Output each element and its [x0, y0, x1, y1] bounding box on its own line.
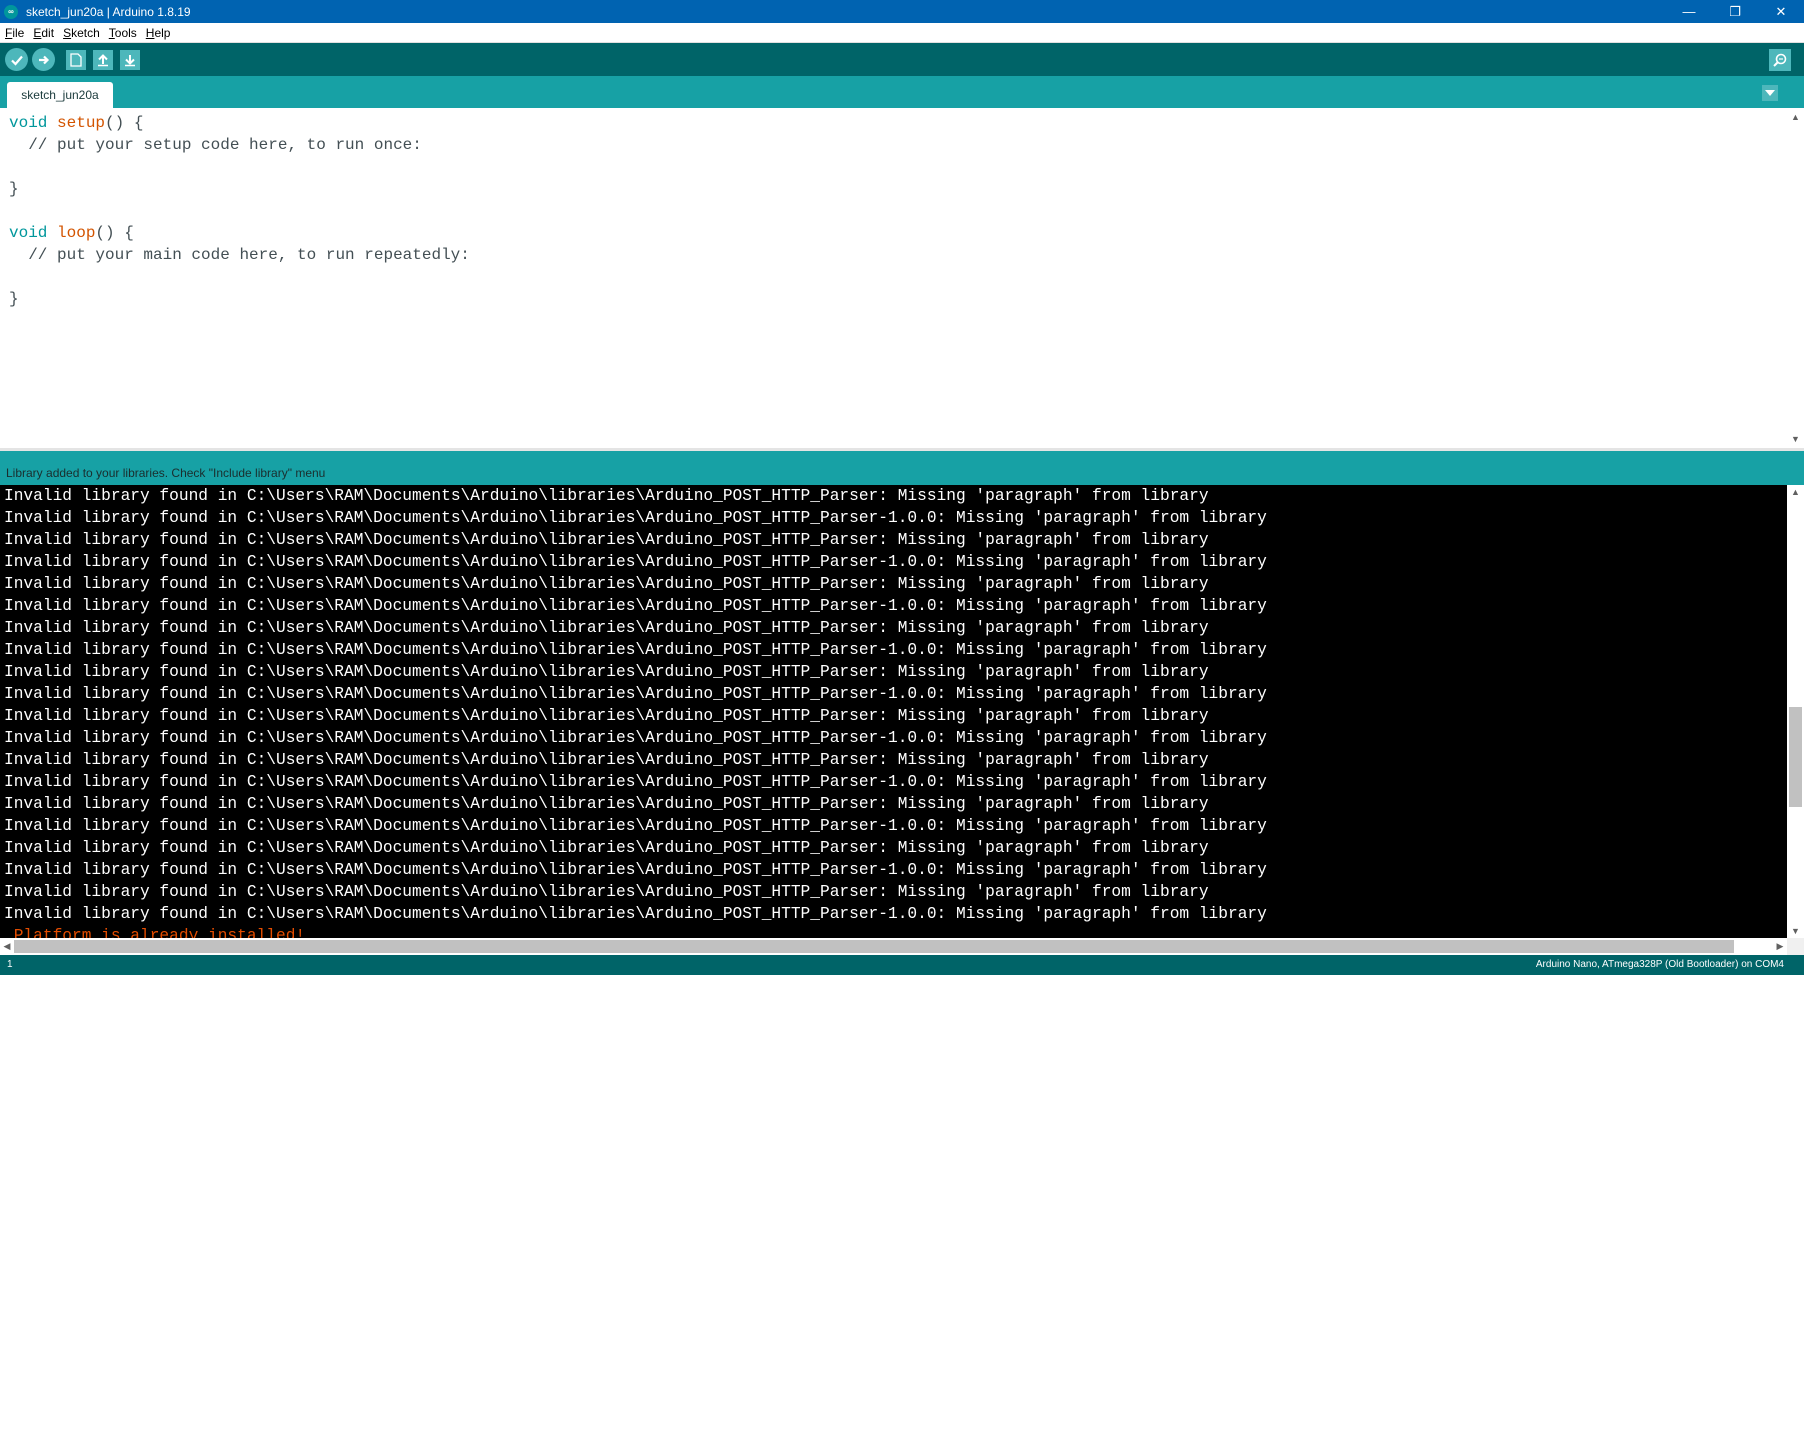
code-line: ​ — [9, 156, 470, 178]
console-error-line: Platform is already installed! — [4, 927, 306, 938]
console-line: Invalid library found in C:\Users\RAM\Do… — [4, 531, 1209, 549]
console-line: Invalid library found in C:\Users\RAM\Do… — [4, 795, 1209, 813]
minimize-button[interactable]: — — [1666, 0, 1712, 23]
open-button[interactable] — [93, 49, 113, 70]
open-icon — [98, 53, 108, 66]
console-line: Invalid library found in C:\Users\RAM\Do… — [4, 839, 1209, 857]
scroll-up-icon[interactable]: ▲ — [1787, 485, 1804, 499]
console-line: Invalid library found in C:\Users\RAM\Do… — [4, 751, 1209, 769]
menu-bar: File Edit Sketch Tools Help — [0, 23, 1804, 43]
console-line: Invalid library found in C:\Users\RAM\Do… — [4, 685, 1267, 703]
menu-edit[interactable]: Edit — [28, 26, 58, 40]
console-line: Invalid library found in C:\Users\RAM\Do… — [4, 861, 1267, 879]
upload-icon — [38, 55, 49, 64]
console-line: Invalid library found in C:\Users\RAM\Do… — [4, 883, 1209, 901]
scroll-down-icon[interactable]: ▼ — [1787, 924, 1804, 938]
scroll-thumb[interactable] — [1789, 707, 1802, 807]
window-controls: — ❐ ✕ — [1666, 0, 1804, 23]
menu-file[interactable]: File — [0, 26, 28, 40]
window-title: sketch_jun20a | Arduino 1.8.19 — [26, 4, 191, 19]
arduino-logo-icon: ∞ — [4, 4, 18, 19]
tab-bar: sketch_jun20a — [0, 76, 1804, 108]
code-line: // put your setup code here, to run once… — [9, 136, 422, 154]
status-message: Library added to your libraries. Check "… — [6, 466, 326, 480]
code-line: } — [9, 290, 19, 308]
restore-button[interactable]: ❐ — [1712, 0, 1758, 23]
console-line: Invalid library found in C:\Users\RAM\Do… — [4, 905, 1267, 923]
code-line: void loop() { — [9, 224, 134, 242]
bottom-status-bar: 1 Arduino Nano, ATmega328P (Old Bootload… — [0, 955, 1804, 975]
line-number: 1 — [7, 959, 13, 970]
serial-monitor-icon — [1773, 53, 1787, 67]
console-line: Invalid library found in C:\Users\RAM\Do… — [4, 817, 1267, 835]
title-bar: ∞ sketch_jun20a | Arduino 1.8.19 — ❐ ✕ — [0, 0, 1804, 23]
code-line: ​ — [9, 200, 470, 222]
menu-tools[interactable]: Tools — [104, 26, 141, 40]
menu-help[interactable]: Help — [141, 26, 175, 40]
scroll-corner — [1787, 938, 1804, 955]
console-line: Invalid library found in C:\Users\RAM\Do… — [4, 729, 1267, 747]
scroll-right-icon[interactable]: ▶ — [1773, 938, 1787, 955]
status-bar: Library added to your libraries. Check "… — [0, 448, 1804, 485]
verify-button[interactable] — [5, 48, 28, 71]
code-line: void setup() { — [9, 114, 144, 132]
save-button[interactable] — [120, 49, 140, 70]
serial-monitor-button[interactable] — [1769, 49, 1791, 71]
scroll-down-icon[interactable]: ▼ — [1787, 432, 1804, 446]
console-line: Invalid library found in C:\Users\RAM\Do… — [4, 575, 1209, 593]
code-line: // put your main code here, to run repea… — [9, 246, 470, 264]
console-line: Invalid library found in C:\Users\RAM\Do… — [4, 663, 1209, 681]
close-button[interactable]: ✕ — [1758, 0, 1804, 23]
save-icon — [125, 54, 135, 66]
new-icon — [70, 52, 82, 67]
new-button[interactable] — [66, 49, 86, 70]
console-line: Invalid library found in C:\Users\RAM\Do… — [4, 619, 1209, 637]
console-lines: Invalid library found in C:\Users\RAM\Do… — [4, 485, 1267, 938]
scroll-thumb[interactable] — [14, 940, 1734, 953]
tab-sketch[interactable]: sketch_jun20a — [7, 82, 113, 108]
console-line: Invalid library found in C:\Users\RAM\Do… — [4, 641, 1267, 659]
verify-icon — [10, 55, 23, 66]
code-line: ​ — [9, 266, 470, 288]
editor-scrollbar[interactable]: ▲ ▼ — [1787, 108, 1804, 448]
code-line: } — [9, 180, 19, 198]
console-line: Invalid library found in C:\Users\RAM\Do… — [4, 487, 1209, 505]
menu-sketch[interactable]: Sketch — [58, 26, 104, 40]
tab-menu-button[interactable] — [1762, 85, 1778, 101]
toolbar — [0, 43, 1804, 76]
console-output[interactable]: Invalid library found in C:\Users\RAM\Do… — [0, 485, 1804, 938]
console-line: Invalid library found in C:\Users\RAM\Do… — [4, 553, 1267, 571]
code-area[interactable]: void setup() { // put your setup code he… — [9, 112, 470, 310]
console-line: Invalid library found in C:\Users\RAM\Do… — [4, 773, 1267, 791]
code-editor[interactable]: void setup() { // put your setup code he… — [0, 108, 1804, 448]
board-info: Arduino Nano, ATmega328P (Old Bootloader… — [1535, 959, 1784, 970]
scroll-up-icon[interactable]: ▲ — [1787, 110, 1804, 124]
scroll-left-icon[interactable]: ◀ — [0, 938, 14, 955]
console-line: Invalid library found in C:\Users\RAM\Do… — [4, 509, 1267, 527]
upload-button[interactable] — [32, 48, 55, 71]
console-line: Invalid library found in C:\Users\RAM\Do… — [4, 707, 1209, 725]
console-scrollbar[interactable]: ▲ ▼ — [1787, 485, 1804, 938]
console-line: Invalid library found in C:\Users\RAM\Do… — [4, 597, 1267, 615]
chevron-down-icon — [1765, 90, 1775, 96]
console-horizontal-scrollbar[interactable]: ◀ ▶ — [0, 938, 1787, 955]
